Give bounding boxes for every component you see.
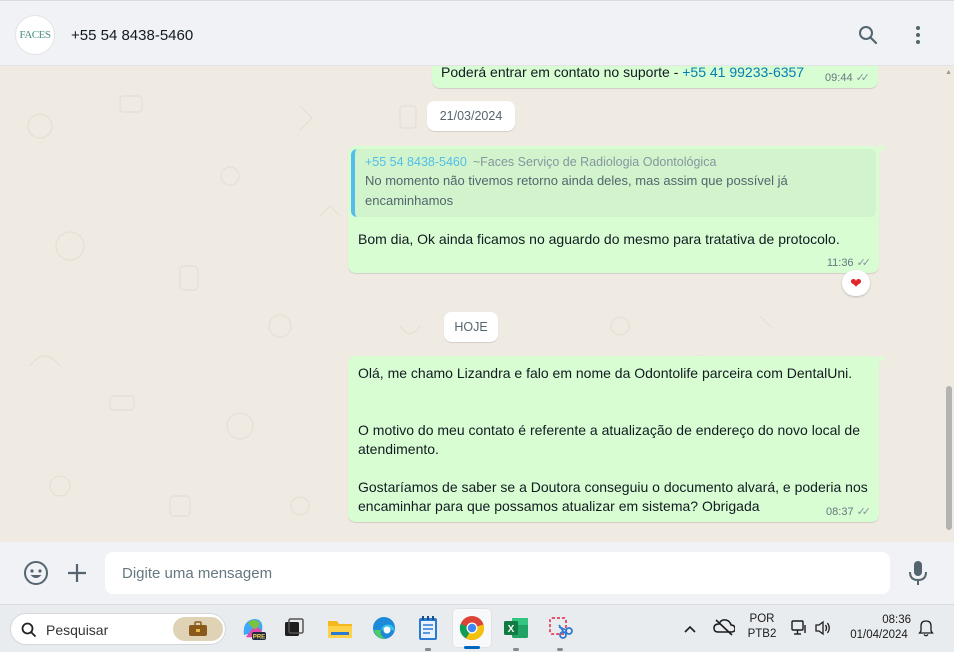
message-text: Olá, me chamo Lizandra e falo em nome da… <box>358 365 868 514</box>
svg-text:PRE: PRE <box>253 635 265 641</box>
avatar-logo-text: FACES <box>19 29 51 41</box>
quote-sender-name: ~Faces Serviço de Radiologia Odontológic… <box>472 155 717 169</box>
message-meta: 09:44 ✓✓ <box>825 71 871 85</box>
read-ticks-icon: ✓✓ <box>856 506 872 518</box>
chrome-icon[interactable] <box>453 609 491 649</box>
app-running-indicator <box>557 648 563 651</box>
svg-text:X: X <box>508 624 515 635</box>
chat-header: FACES +55 54 8438-5460 <box>0 0 954 66</box>
notification-bell-icon[interactable] <box>918 619 934 642</box>
app-running-indicator <box>513 648 519 651</box>
emoji-icon[interactable] <box>22 559 50 587</box>
read-ticks-icon: ✓✓ <box>856 257 872 269</box>
language-indicator[interactable]: POR PTB2 <box>746 613 778 640</box>
task-view-icon[interactable] <box>279 613 309 643</box>
clock-date: 01/04/2024 <box>850 629 908 641</box>
message-input[interactable] <box>105 552 890 594</box>
volume-icon[interactable] <box>814 619 832 642</box>
date-separator-today: HOJE <box>444 312 498 342</box>
menu-icon[interactable] <box>906 23 930 47</box>
search-icon <box>21 622 37 638</box>
onedrive-offline-icon[interactable] <box>713 618 736 641</box>
copilot-pre-icon[interactable]: PRE <box>238 613 268 643</box>
quoted-message[interactable]: +55 54 8438-5460 ~Faces Serviço de Radiol… <box>351 149 876 217</box>
app-running-indicator <box>425 648 431 651</box>
scroll-up-arrow-icon[interactable]: ▲ <box>945 69 952 76</box>
file-explorer-icon[interactable] <box>325 613 355 643</box>
compose-bar <box>0 542 954 604</box>
scrollbar-thumb[interactable] <box>946 386 952 530</box>
clock-time: 08:36 <box>882 614 911 626</box>
plus-icon[interactable] <box>63 559 91 587</box>
message-meta: 11:36 ✓✓ <box>826 256 872 270</box>
phone-link[interactable]: +55 41 99233-6357 <box>682 66 804 80</box>
message-bubble-outgoing-reply[interactable]: +55 54 8438-5460 ~Faces Serviço de Radiol… <box>348 146 886 273</box>
edge-icon[interactable] <box>369 613 399 643</box>
quote-text: No momento não tivemos retorno ainda del… <box>365 173 788 208</box>
snipping-tool-icon[interactable] <box>545 613 575 651</box>
windows-taskbar: Pesquisar PRE X POR PTB2 08:36 01/04/202… <box>0 604 954 652</box>
search-icon[interactable] <box>856 23 880 47</box>
microphone-icon[interactable] <box>904 559 932 587</box>
briefcase-icon[interactable] <box>173 617 223 641</box>
clock[interactable]: 08:36 01/04/2024 <box>843 614 915 641</box>
message-meta: 08:37 ✓✓ <box>826 505 872 519</box>
notepad-icon[interactable] <box>413 613 443 651</box>
message-time: 08:37 <box>826 505 854 518</box>
message-bubble-outgoing[interactable]: Poderá entrar em contato no suporte - +5… <box>432 66 878 88</box>
chat-area[interactable]: Poderá entrar em contato no suporte - +5… <box>0 66 954 542</box>
read-ticks-icon: ✓✓ <box>855 72 871 84</box>
taskbar-search-label: Pesquisar <box>46 622 109 638</box>
message-time: 11:36 <box>826 256 854 269</box>
chat-scrollbar[interactable]: ▲ <box>944 66 954 542</box>
date-separator: 21/03/2024 <box>427 101 515 131</box>
message-bubble-outgoing[interactable]: Olá, me chamo Lizandra e falo em nome da… <box>348 356 886 522</box>
contact-name[interactable]: +55 54 8438-5460 <box>71 27 193 44</box>
heart-reaction-icon[interactable]: ❤ <box>842 270 870 296</box>
show-hidden-icons-chevron-icon[interactable] <box>683 621 697 639</box>
app-active-indicator <box>464 646 480 649</box>
taskbar-search-box[interactable]: Pesquisar <box>10 613 226 645</box>
message-text: Poderá entrar em contato no suporte - +5… <box>441 66 805 80</box>
network-icon[interactable] <box>790 619 808 642</box>
message-text: Bom dia, Ok ainda ficamos no aguardo do … <box>358 231 840 247</box>
message-time: 09:44 <box>825 71 853 84</box>
excel-icon[interactable]: X <box>501 613 531 651</box>
contact-avatar[interactable]: FACES <box>15 15 55 55</box>
quote-author: +55 54 8438-5460 <box>365 155 467 169</box>
